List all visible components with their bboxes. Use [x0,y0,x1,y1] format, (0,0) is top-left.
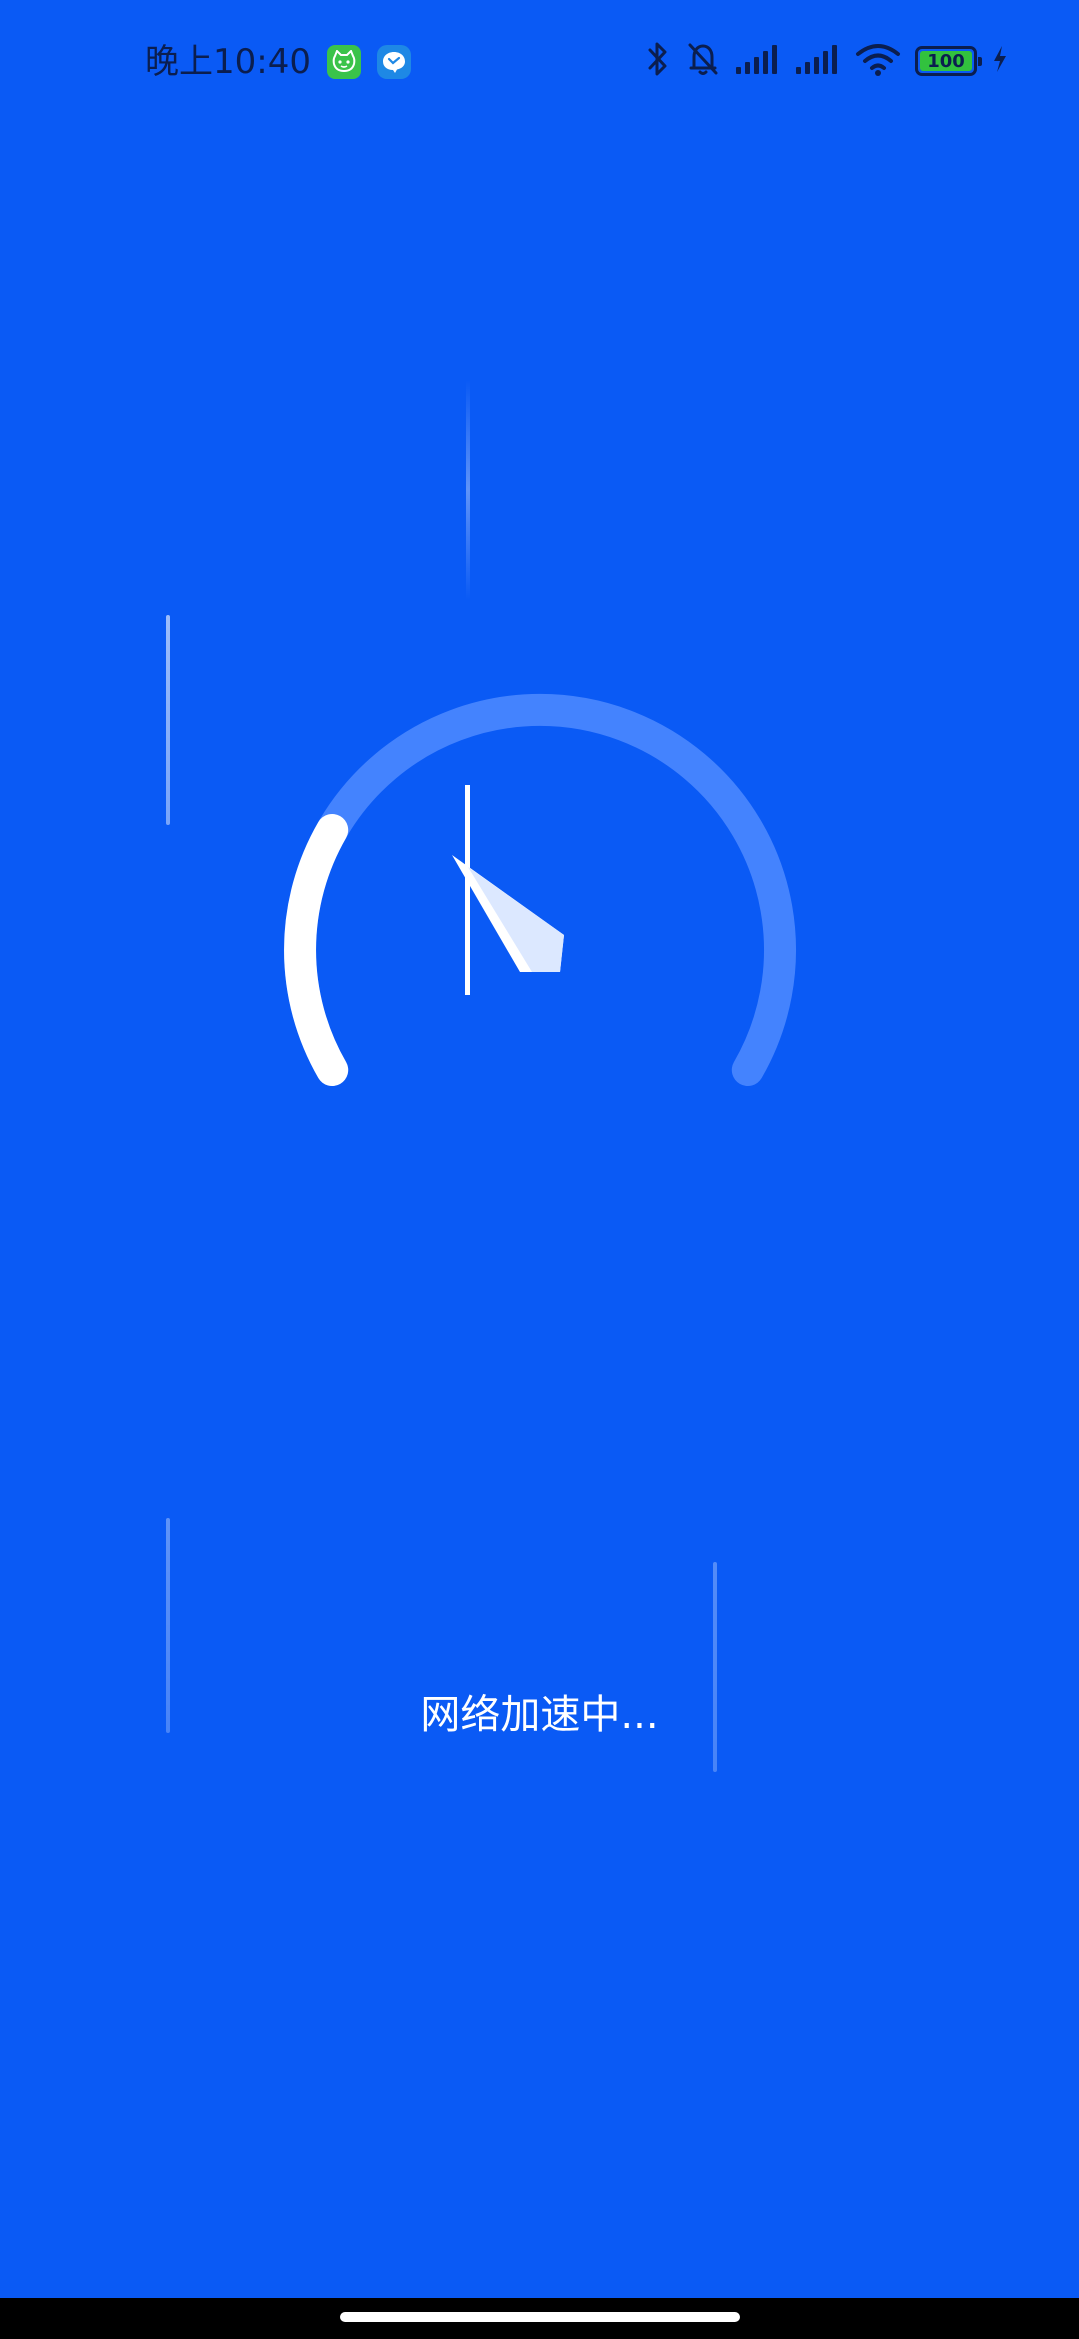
gauge-progress-arc [284,814,349,1086]
green-cat-app-icon [326,45,361,79]
decorative-streak [713,1562,717,1772]
speedometer-gauge [284,693,796,1086]
status-time: 晚上10:40 [145,42,311,82]
mute-bell-icon [685,40,721,82]
wifi-icon [855,42,901,80]
signal-icon [795,43,841,79]
status-right: 100 [645,40,1009,82]
home-indicator[interactable] [340,2312,740,2322]
bluetooth-icon [645,40,671,82]
charging-icon [991,44,1009,78]
gauge-track [284,693,796,1086]
acceleration-status-text: 网络加速中... [420,1692,659,1738]
battery-level: 100 [927,50,965,72]
gauge-center-line [465,785,470,995]
signal-icon [735,43,781,79]
battery-icon: 100 [915,46,982,76]
status-bar: 晚上10:40 100 [0,0,1079,130]
decorative-streak [166,615,170,825]
blue-chat-app-icon [376,45,411,79]
status-left: 晚上10:40 [145,42,411,82]
decorative-streak [466,380,470,600]
screen: 晚上10:40 100 网络加速中... [0,0,1079,2339]
navigation-bar [0,2298,1079,2339]
